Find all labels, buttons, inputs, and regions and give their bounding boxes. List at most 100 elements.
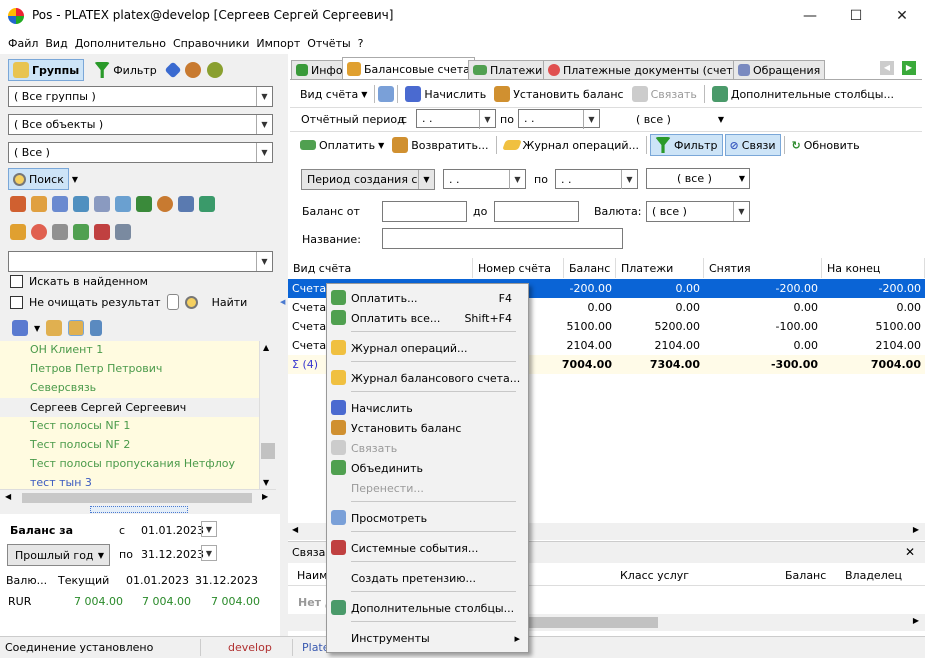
- menu-view[interactable]: Вид: [45, 37, 67, 50]
- tree-icon[interactable]: [136, 196, 152, 212]
- person-icon[interactable]: [157, 196, 173, 212]
- grid-header-col-balance[interactable]: Баланс: [564, 258, 616, 278]
- tag-icon[interactable]: [178, 196, 194, 212]
- tab-requests[interactable]: Обращения: [733, 60, 826, 79]
- period-type-combo[interactable]: Период создания с ▼: [301, 169, 435, 190]
- scroll-right-icon[interactable]: ▶: [913, 616, 919, 625]
- users-icon[interactable]: [10, 196, 26, 212]
- context-menu-item-view[interactable]: Просмотреть: [327, 508, 528, 528]
- scales-icon[interactable]: [10, 224, 26, 240]
- client-list-item[interactable]: Тест полосы пропускания Нетфлоу: [30, 457, 235, 470]
- tab-scroll-left-icon[interactable]: ◀: [880, 61, 894, 75]
- database-icon[interactable]: [115, 224, 131, 240]
- scroll-left-icon[interactable]: ◀: [5, 492, 11, 501]
- wallet-icon[interactable]: [94, 224, 110, 240]
- client-list-item[interactable]: тест тын 3: [30, 476, 92, 489]
- all-combo[interactable]: ( Все ) ▼: [8, 142, 273, 163]
- balance-to-input[interactable]: [494, 201, 579, 222]
- context-menu-item-extra-columns[interactable]: Дополнительные столбцы...: [327, 598, 528, 618]
- close-button[interactable]: ✕: [879, 0, 925, 32]
- context-menu-item-merge[interactable]: Объединить: [327, 458, 528, 478]
- tab-balance-accounts[interactable]: Балансовые счета: [342, 57, 475, 80]
- context-menu-item-system-events[interactable]: Системные события...: [327, 538, 528, 558]
- report-scope-combo[interactable]: ( все ) ▼: [630, 110, 726, 128]
- menu-additional[interactable]: Дополнительно: [75, 37, 166, 50]
- document-icon[interactable]: [166, 294, 179, 310]
- client-list-item[interactable]: Северсвязь: [30, 381, 96, 394]
- grid-header-col-end-balance[interactable]: На конец: [822, 258, 925, 278]
- tab-info[interactable]: Инфо: [291, 60, 348, 79]
- maximize-button[interactable]: ☐: [833, 0, 879, 32]
- menu-reports[interactable]: Отчёты: [307, 37, 350, 50]
- scroll-left-icon[interactable]: ◀: [292, 525, 298, 534]
- folder-document-icon[interactable]: [31, 196, 47, 212]
- magnifier-icon[interactable]: [184, 295, 198, 309]
- list-scrollbar[interactable]: ▲ ▼: [259, 341, 276, 489]
- context-menu-item-pay[interactable]: Оплатить... F4: [327, 288, 528, 308]
- context-menu-item-create-claim[interactable]: Создать претензию...: [327, 568, 528, 588]
- link-button[interactable]: Связать: [628, 83, 701, 105]
- grid-header-col-account-number[interactable]: Номер счёта: [473, 258, 564, 278]
- documents-icon[interactable]: [94, 196, 110, 212]
- date-to-field[interactable]: 31.12.2023 ▼: [136, 545, 217, 564]
- collapse-arrow-icon[interactable]: ◀: [280, 298, 285, 306]
- edit-icon[interactable]: [12, 320, 28, 336]
- period-combo[interactable]: Прошлый год ▼: [7, 544, 110, 566]
- ledger-icon[interactable]: [73, 224, 89, 240]
- name-input[interactable]: [382, 228, 623, 249]
- client-list-item[interactable]: ОН Клиент 1: [30, 343, 103, 356]
- client-list-item[interactable]: Сергеев Сергей Сергеевич: [0, 398, 259, 417]
- context-menu-item-charge[interactable]: Начислить: [327, 398, 528, 418]
- list-h-scrollbar[interactable]: ◀ ▶: [0, 489, 276, 506]
- menu-file[interactable]: Файл: [8, 37, 38, 50]
- refresh-button[interactable]: ↻ Обновить: [788, 134, 864, 156]
- chevron-down-icon[interactable]: ▼: [34, 324, 40, 333]
- no-clear-checkbox[interactable]: [10, 295, 23, 309]
- info-diamond-icon[interactable]: [164, 61, 182, 79]
- table-icon[interactable]: [199, 196, 215, 212]
- no-entry-icon[interactable]: [31, 224, 47, 240]
- groups-button[interactable]: Группы: [8, 59, 85, 81]
- filter-button[interactable]: Фильтр: [90, 59, 161, 81]
- money-stack-icon[interactable]: [52, 224, 68, 240]
- view-type-button[interactable]: Вид счёта ▼: [296, 83, 371, 105]
- client-list-item[interactable]: Петров Петр Петрович: [30, 362, 162, 375]
- context-menu-item-tools[interactable]: Инструменты ▸: [327, 628, 528, 648]
- grid-header-col-account-type[interactable]: Вид счёта: [288, 258, 473, 278]
- groups-combo[interactable]: ( Все группы ) ▼: [8, 86, 273, 107]
- no-clear-row[interactable]: Не очищать результат Найти: [10, 294, 247, 310]
- find-button[interactable]: Найти: [212, 296, 248, 309]
- scroll-right-icon[interactable]: ▶: [913, 525, 919, 534]
- building-icon[interactable]: [73, 196, 89, 212]
- menu-import[interactable]: Импорт: [256, 37, 300, 50]
- card-icon[interactable]: [52, 196, 68, 212]
- tree-view-icon[interactable]: [90, 320, 103, 336]
- links-toggle-button[interactable]: ⊘ Связи: [724, 134, 781, 156]
- client-list-item[interactable]: Тест полосы NF 2: [30, 438, 130, 451]
- charge-button[interactable]: Начислить: [401, 83, 490, 105]
- client-list-item[interactable]: Тест полосы NF 1: [30, 419, 130, 432]
- list-icon[interactable]: [115, 196, 131, 212]
- journal-button[interactable]: Журнал операций...: [500, 134, 644, 156]
- menu-help[interactable]: ?: [358, 37, 364, 50]
- context-menu-item-operations-journal[interactable]: Журнал операций...: [327, 338, 528, 358]
- balance-from-input[interactable]: [382, 201, 467, 222]
- filter-scope-combo[interactable]: ( все ) ▼: [646, 168, 750, 189]
- objects-combo[interactable]: ( Все объекты ) ▼: [8, 114, 273, 135]
- tab-scroll-right-icon[interactable]: ▶: [902, 61, 916, 75]
- context-menu-item-link[interactable]: Связать: [327, 438, 528, 458]
- filter-date-from[interactable]: . . ▼: [443, 169, 526, 189]
- tab-payments[interactable]: Платежи: [468, 60, 548, 79]
- report-date-to[interactable]: . . ▼: [518, 109, 600, 129]
- search-in-found-checkbox[interactable]: [10, 275, 23, 288]
- report-date-from[interactable]: . . ▼: [416, 109, 496, 129]
- filter-date-to[interactable]: . . ▼: [555, 169, 638, 189]
- context-menu-item-account-journal[interactable]: Журнал балансового счета...: [327, 368, 528, 388]
- pay-button[interactable]: Оплатить ▼: [296, 134, 388, 156]
- refresh-document-icon[interactable]: [378, 86, 395, 102]
- context-menu-item-move[interactable]: Перенести...: [327, 478, 528, 498]
- tab-payment-docs[interactable]: Платежные документы (счета): [543, 60, 749, 79]
- scroll-thumb[interactable]: [528, 617, 658, 628]
- scroll-right-icon[interactable]: ▶: [262, 492, 268, 501]
- scroll-thumb[interactable]: [22, 493, 252, 503]
